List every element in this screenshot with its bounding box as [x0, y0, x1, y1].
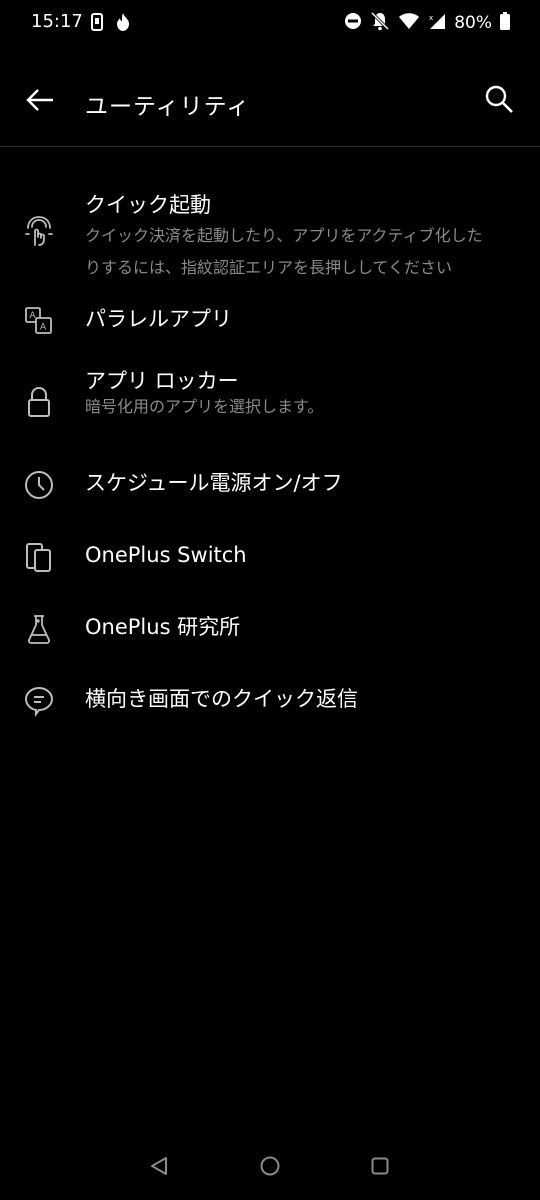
- list-item-quick-launch[interactable]: クイック起動 クイック決済を起動したり、アプリをアクティブ化した りするには、指…: [0, 172, 540, 292]
- item-title: スケジュール電源オン/オフ: [85, 471, 343, 495]
- item-title: 横向き画面でのクイック返信: [85, 687, 358, 711]
- list-item-app-locker[interactable]: アプリ ロッカー 暗号化用のアプリを選択します。: [0, 354, 540, 452]
- item-summary: クイック決済を起動したり、アプリをアクティブ化した りするには、指紋認証エリアを…: [85, 220, 516, 284]
- arrow-left-icon: [25, 88, 55, 116]
- navigation-bar: [0, 1136, 540, 1200]
- list-item-parallel-apps[interactable]: A A パラレルアプリ: [0, 292, 540, 354]
- signal-icon: x: [428, 12, 446, 34]
- svg-text:x: x: [429, 14, 433, 22]
- nav-recent-icon: [369, 1155, 391, 1181]
- svg-text:A: A: [40, 323, 47, 333]
- search-button[interactable]: [480, 82, 518, 120]
- flask-icon: [22, 612, 56, 646]
- nav-home-button[interactable]: [254, 1152, 286, 1184]
- nav-home-icon: [259, 1155, 281, 1181]
- item-title: クイック起動: [85, 193, 211, 217]
- list-item-oneplus-lab[interactable]: OnePlus 研究所: [0, 596, 540, 668]
- status-time: 15:17: [31, 11, 83, 32]
- back-button[interactable]: [22, 84, 58, 120]
- item-title: OnePlus 研究所: [85, 615, 241, 639]
- item-summary-line: りするには、指紋認証エリアを長押ししてください: [85, 258, 453, 277]
- page-title: ユーティリティ: [85, 94, 251, 120]
- phone-switch-icon: [22, 540, 56, 574]
- chat-bubble-icon: [22, 684, 56, 718]
- item-title: アプリ ロッカー: [85, 369, 239, 393]
- nav-back-icon: [148, 1155, 170, 1181]
- battery-icon: [500, 12, 510, 34]
- item-title: パラレルアプリ: [85, 307, 232, 331]
- status-bar: 15:17 x 80%: [0, 0, 540, 46]
- list-item-landscape-quick-reply[interactable]: 横向き画面でのクイック返信: [0, 668, 540, 740]
- bell-off-icon: [370, 11, 390, 35]
- parallel-apps-icon: A A: [22, 304, 56, 338]
- list-item-scheduled-power[interactable]: スケジュール電源オン/オフ: [0, 452, 540, 524]
- item-title: OnePlus Switch: [85, 543, 247, 567]
- toolbar-divider: [0, 146, 540, 147]
- item-summary-line: クイック決済を起動したり、アプリをアクティブ化した: [85, 226, 483, 245]
- toolbar: ユーティリティ: [0, 70, 540, 134]
- item-summary: 暗号化用のアプリを選択します。: [85, 397, 324, 416]
- battery-percent: 80%: [454, 13, 492, 33]
- nav-recent-button[interactable]: [364, 1152, 396, 1184]
- svg-text:A: A: [30, 311, 37, 321]
- do-not-disturb-icon: [344, 12, 362, 34]
- fingerprint-touch-icon: [22, 214, 56, 248]
- list-item-oneplus-switch[interactable]: OnePlus Switch: [0, 524, 540, 596]
- nav-back-button[interactable]: [143, 1152, 175, 1184]
- flame-icon: [114, 12, 132, 36]
- settings-list: クイック起動 クイック決済を起動したり、アプリをアクティブ化した りするには、指…: [0, 172, 540, 740]
- clock-icon: [22, 468, 56, 502]
- lock-icon: [22, 385, 56, 419]
- search-icon: [483, 83, 515, 119]
- wifi-icon: [398, 12, 420, 34]
- sim-card-icon: [90, 13, 104, 35]
